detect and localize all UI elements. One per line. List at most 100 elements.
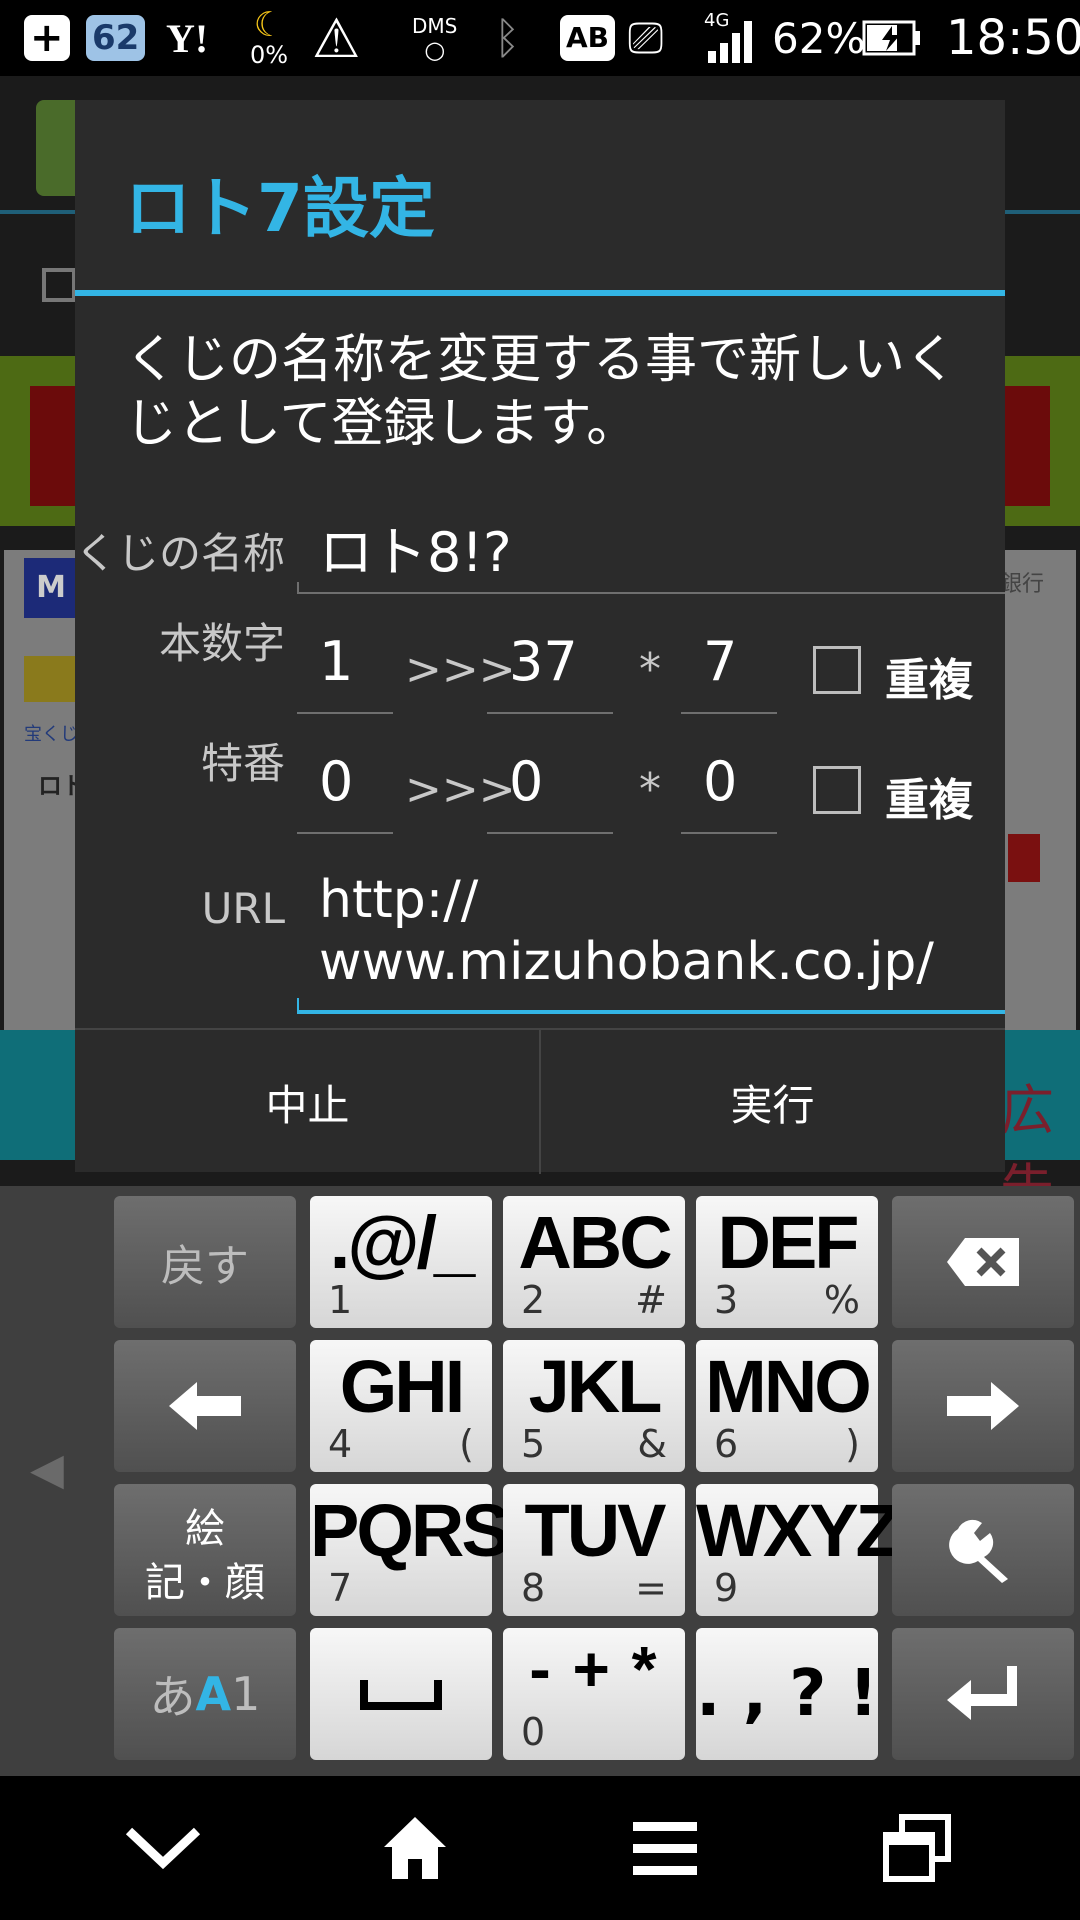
dialog-message: くじの名称を変更する事で新しいくじとして登録します。 [125,330,958,454]
emoji-key-line2: 記・顔 [145,1560,265,1606]
navigation-bar [0,1776,1080,1920]
key-6[interactable]: MNO 6 ) [696,1340,878,1472]
key-2-letters: ABC [518,1201,672,1284]
main-max-input[interactable]: 37 [487,630,613,704]
bluetooth-icon: ᛒ [494,12,521,64]
key-1-letters: .@/_ [329,1201,475,1284]
ab-icon: AB [560,0,616,76]
menu-button[interactable] [590,1776,740,1920]
bg-red-button [1008,834,1040,882]
bg-checkbox [42,268,76,302]
undo-key-label: 戻す [161,1241,249,1292]
bonus-count-underline [681,832,777,834]
key-9[interactable]: WXYZ 9 [696,1484,901,1616]
key-7-letters: PQRS [310,1489,511,1572]
bg-link: 宝くじ [24,724,78,745]
lotto-settings-dialog: ロト7設定 くじの名称を変更する事で新しいくじとして登録します。 くじの名称 ロ… [75,100,1005,1174]
key-5-letters: JKL [528,1345,663,1428]
bonus-min-underline [297,832,393,834]
key-3-number: 3 [714,1278,739,1322]
key-0-number: 0 [521,1710,546,1754]
hide-keyboard-button[interactable] [88,1776,238,1920]
key-5-number: 5 [521,1422,546,1466]
enter-icon [892,1628,1074,1760]
key-7-number: 7 [328,1566,353,1610]
key-7[interactable]: PQRS 7 [310,1484,511,1616]
main-min-input[interactable]: 1 [297,630,393,704]
bonus-label: 特番 [200,739,285,788]
name-input-underline [297,592,1005,594]
bg-logo: M [24,558,78,618]
cancel-button[interactable]: 中止 [75,1030,540,1174]
add-notification-icon: + [24,0,70,76]
enter-key[interactable] [892,1628,1074,1760]
url-line-1: http:// [319,870,479,930]
nfc-icon: ⎚ [628,12,664,64]
name-label: くじの名称 [75,529,286,578]
punctuation-key-label: . , ? ! [696,1657,878,1731]
key-4[interactable]: GHI 4 ( [310,1340,492,1472]
soft-keyboard: ◀ 戻す 絵 記・顔 あA1 .@/_ 1 ABC 2 # DEF 3 % GH… [0,1186,1080,1776]
dialog-button-bar: 中止 実行 [75,1028,1005,1174]
url-input[interactable]: http:// www.mizuhobank.co.jp/ [297,870,1005,1010]
main-count-input[interactable]: 7 [681,630,777,704]
cursor-left-key[interactable] [114,1340,296,1472]
right-arrow-icon [892,1340,1074,1472]
space-key[interactable] [310,1628,492,1760]
bonus-times-separator: * [639,764,661,815]
key-8[interactable]: TUV 8 = [503,1484,685,1616]
key-6-number: 6 [714,1422,739,1466]
signal-icon: 4G [704,0,758,76]
undo-key[interactable]: 戻す [114,1196,296,1328]
key-0[interactable]: - + * 0 [503,1628,685,1760]
execute-button[interactable]: 実行 [540,1030,1005,1174]
key-5[interactable]: JKL 5 & [503,1340,685,1472]
yahoo-icon: Y! [166,15,209,61]
recent-apps-button[interactable] [842,1776,992,1920]
cursor-right-key[interactable] [892,1340,1074,1472]
notification-count-badge: 62 [86,0,146,76]
bonus-min-input[interactable]: 0 [297,750,393,824]
name-input[interactable]: ロト8!? [297,508,1005,588]
punctuation-key[interactable]: . , ? ! [696,1628,878,1760]
chevron-down-icon [125,1827,201,1870]
key-4-symbol: ( [459,1422,474,1466]
home-button[interactable] [340,1776,490,1920]
battery-icon [862,0,922,76]
title-divider [75,290,1005,296]
bonus-duplicate-label: 重複 [885,775,973,826]
left-arrow-icon [114,1340,296,1472]
url-input-tick [297,998,299,1010]
wrench-icon [892,1484,1074,1616]
settings-key[interactable] [892,1484,1074,1616]
main-duplicate-checkbox[interactable] [813,646,861,694]
key-8-number: 8 [521,1566,546,1610]
key-2-symbol: # [635,1278,667,1322]
dms-icon: DMS ○ [412,14,458,64]
dialog-title: ロト7設定 [125,170,435,247]
key-1-number: 1 [328,1278,353,1322]
backspace-key[interactable] [892,1196,1074,1328]
bonus-max-input[interactable]: 0 [487,750,613,824]
warning-icon: ⚠ [312,6,361,70]
key-4-number: 4 [328,1422,353,1466]
bonus-count-input[interactable]: 0 [681,750,777,824]
key-2[interactable]: ABC 2 # [503,1196,685,1328]
main-duplicate-label: 重複 [885,655,973,706]
clock: 18:50 [946,10,1080,66]
url-line-2: www.mizuhobank.co.jp/ [319,932,934,992]
keyboard-collapse-arrow-icon[interactable]: ◀ [30,1444,80,1504]
bonus-duplicate-checkbox[interactable] [813,766,861,814]
main-numbers-label: 本数字 [158,619,285,668]
bg-yellow-bar [24,656,76,702]
key-6-letters: MNO [705,1345,872,1428]
backspace-icon [892,1196,1074,1328]
emoji-key[interactable]: 絵 記・顔 [114,1484,296,1616]
key-1[interactable]: .@/_ 1 [310,1196,492,1328]
bg-bank-label: 銀行 [1000,572,1045,597]
key-3[interactable]: DEF 3 % [696,1196,878,1328]
key-9-letters: WXYZ [696,1489,901,1572]
input-mode-label: あA1 [149,1667,261,1724]
space-icon [310,1628,492,1760]
input-mode-key[interactable]: あA1 [114,1628,296,1760]
